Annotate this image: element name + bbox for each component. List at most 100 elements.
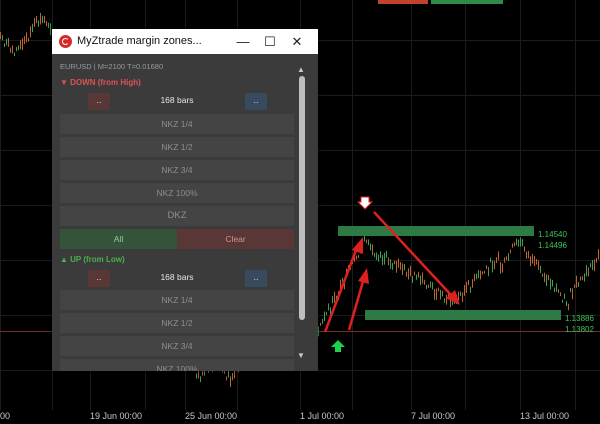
- trend-arrow-up-2: [347, 277, 366, 331]
- margin-zone-upper: [338, 226, 534, 236]
- up-nkz-full-button[interactable]: NKZ 100%: [60, 359, 294, 371]
- candle: [584, 273, 585, 282]
- candle: [466, 281, 467, 293]
- scrollbar-thumb[interactable]: [299, 76, 305, 320]
- app-logo-icon: [59, 35, 72, 48]
- chart-top-button-green[interactable]: [431, 0, 503, 4]
- up-nkz-quarter-button[interactable]: NKZ 1/4: [60, 290, 294, 310]
- candle: [370, 243, 371, 251]
- candle: [486, 265, 487, 269]
- candle: [446, 294, 447, 305]
- x-axis-label: 13 Jul 00:00: [520, 411, 570, 421]
- candle: [594, 259, 595, 272]
- candle: [426, 284, 427, 290]
- candle: [356, 255, 357, 260]
- minimize-button[interactable]: —: [230, 32, 256, 51]
- candle: [390, 259, 391, 269]
- candle: [526, 251, 527, 259]
- trend-arrow-down: [373, 211, 453, 297]
- candle: [498, 251, 499, 261]
- candle: [424, 279, 425, 285]
- price-label-zone-bottom: 1.13886: [565, 314, 594, 323]
- candle: [10, 47, 11, 53]
- candle: [322, 318, 323, 324]
- scroll-down-icon[interactable]: ▼: [297, 351, 305, 360]
- candle: [532, 254, 533, 264]
- candle: [2, 35, 3, 41]
- candle: [484, 270, 485, 274]
- up-bars-row: 168 bars .. ..: [60, 268, 294, 288]
- down-section-title: ▼ DOWN (from High): [60, 78, 141, 87]
- up-section-title: ▲ UP (from Low): [60, 255, 125, 264]
- down-nkz-quarter-button[interactable]: NKZ 1/4: [60, 114, 294, 134]
- scroll-up-icon[interactable]: ▲: [297, 65, 305, 74]
- candle: [528, 250, 529, 259]
- candle: [458, 291, 459, 301]
- candle: [418, 271, 419, 278]
- down-nkz-half-button[interactable]: NKZ 1/2: [60, 137, 294, 157]
- maximize-button[interactable]: ☐: [257, 32, 283, 51]
- candle: [326, 311, 327, 315]
- candle: [40, 12, 41, 25]
- candle: [480, 270, 481, 280]
- candle: [582, 276, 583, 281]
- candle: [460, 291, 461, 296]
- down-bars-increase-button[interactable]: ..: [245, 93, 267, 110]
- candle: [414, 271, 415, 276]
- candle: [332, 296, 333, 304]
- candle: [472, 279, 473, 288]
- margin-zone-lower: [365, 310, 561, 320]
- candle: [46, 21, 47, 27]
- down-bars-decrease-button[interactable]: ..: [88, 93, 110, 110]
- all-button[interactable]: All: [60, 229, 177, 249]
- candle: [358, 255, 359, 259]
- candle: [428, 284, 429, 288]
- dialog-titlebar[interactable]: MyZtrade margin zones... — ☐ ✕: [52, 29, 318, 54]
- price-label-zone-top: 1.14540: [538, 230, 567, 239]
- up-nkz-three-quarter-button[interactable]: NKZ 3/4: [60, 336, 294, 356]
- up-bars-increase-button[interactable]: ..: [245, 270, 267, 287]
- candle: [570, 288, 571, 293]
- x-axis-label: 1 Jul 00:00: [300, 411, 345, 421]
- trend-arrow-up-head: [352, 237, 363, 254]
- close-button[interactable]: ✕: [284, 32, 310, 51]
- candle: [592, 260, 593, 270]
- candle: [20, 40, 21, 50]
- candle: [342, 277, 343, 282]
- candle: [48, 22, 49, 29]
- candle: [386, 250, 387, 258]
- down-nkz-three-quarter-button[interactable]: NKZ 3/4: [60, 160, 294, 180]
- candle: [496, 257, 497, 264]
- up-nkz-half-button[interactable]: NKZ 1/2: [60, 313, 294, 333]
- candle: [462, 292, 463, 303]
- candle: [554, 287, 555, 293]
- candle: [328, 303, 329, 311]
- x-axis-label: 7 Jul 00:00: [411, 411, 456, 421]
- candle: [470, 286, 471, 293]
- candle: [586, 264, 587, 277]
- candle: [232, 372, 233, 381]
- candle: [406, 271, 407, 277]
- high-marker-icon: [356, 196, 374, 210]
- candle: [568, 303, 569, 311]
- down-bars-row: 168 bars .. ..: [60, 91, 294, 111]
- candle: [376, 252, 377, 260]
- candle: [474, 273, 475, 282]
- candle: [226, 376, 227, 381]
- candle: [324, 311, 325, 322]
- chart-top-button-red[interactable]: [378, 0, 428, 4]
- candle: [24, 36, 25, 45]
- candle: [566, 300, 567, 307]
- candle: [560, 292, 561, 297]
- up-bars-decrease-button[interactable]: ..: [88, 270, 110, 287]
- candle: [464, 285, 465, 296]
- candle: [436, 288, 437, 300]
- candle: [398, 258, 399, 268]
- candle: [502, 263, 503, 273]
- down-dkz-button[interactable]: DKZ: [60, 206, 294, 226]
- down-nkz-full-button[interactable]: NKZ 100%: [60, 183, 294, 203]
- candle: [12, 45, 13, 54]
- candle: [578, 281, 579, 287]
- clear-button[interactable]: Clear: [177, 229, 294, 249]
- candle: [514, 242, 515, 247]
